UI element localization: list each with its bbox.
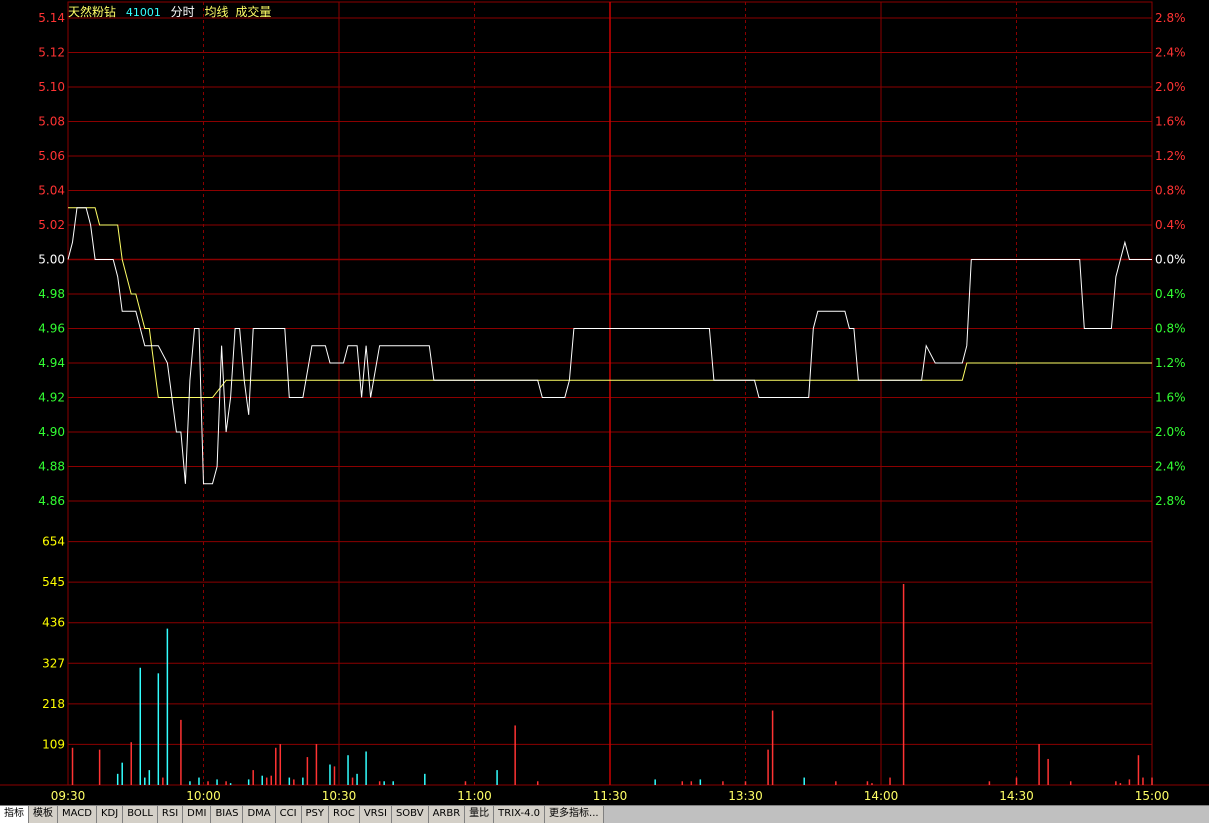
percent-tick-label: 1.2% xyxy=(1155,356,1186,370)
time-axis-labels: 09:30 10:00 10:30 11:00 11:30 13:30 14:00 14:30… xyxy=(51,789,1170,803)
percent-tick-label: 2.8% xyxy=(1155,11,1186,25)
indicator-tab[interactable]: ROC xyxy=(329,806,360,823)
percent-tick-label: 1.2% xyxy=(1155,149,1186,163)
time-tick-label: 13:30 xyxy=(728,789,763,803)
time-tick-label: 11:30 xyxy=(593,789,628,803)
percent-tick-label: 0.4% xyxy=(1155,218,1186,232)
indicator-tab[interactable]: CCI xyxy=(275,806,302,823)
percent-tick-label: 2.0% xyxy=(1155,425,1186,439)
chart-header: 天然粉钻 41001 分时 均线 成交量 xyxy=(68,3,277,20)
percent-tick-label: 2.4% xyxy=(1155,460,1186,474)
indicator-tab[interactable]: 更多指标... xyxy=(545,806,604,823)
indicator-tab[interactable]: DMA xyxy=(243,806,276,823)
time-tick-label: 10:00 xyxy=(186,789,221,803)
percent-tick-label: 2.4% xyxy=(1155,46,1186,60)
price-tick-label: 4.90 xyxy=(38,425,65,439)
percent-tick-label: 0.0% xyxy=(1155,253,1186,267)
indicator-tab[interactable]: BIAS xyxy=(211,806,244,823)
indicator-tab[interactable]: BOLL xyxy=(123,806,158,823)
indicator-tab[interactable]: RSI xyxy=(157,806,184,823)
volume-label[interactable]: 成交量 xyxy=(235,5,271,19)
avg-label[interactable]: 均线 xyxy=(205,5,229,19)
price-tick-label: 5.00 xyxy=(38,253,65,267)
indicator-tab[interactable]: SOBV xyxy=(391,806,429,823)
volume-tick-label: 654 xyxy=(42,535,65,549)
price-tick-label: 5.04 xyxy=(38,184,65,198)
indicator-tab[interactable]: DMI xyxy=(183,806,212,823)
price-axis-labels: 5.14 5.12 5.10 5.08 5.06 5.04 5.02 5.00 4.98 4.96… xyxy=(38,11,65,508)
time-tick-label: 14:00 xyxy=(864,789,899,803)
percent-tick-label: 2.0% xyxy=(1155,80,1186,94)
percent-tick-label: 2.8% xyxy=(1155,494,1186,508)
price-tick-label: 5.08 xyxy=(38,115,65,129)
percent-tick-label: 1.6% xyxy=(1155,391,1186,405)
stock-name: 天然粉钻 xyxy=(68,5,117,19)
volume-tick-label: 436 xyxy=(42,616,65,630)
price-tick-label: 4.88 xyxy=(38,460,65,474)
indicator-tab[interactable]: 指标 xyxy=(0,806,29,823)
intraday-chart[interactable]: 5.14 5.12 5.10 5.08 5.06 5.04 5.02 5.00 4.98 4.96… xyxy=(0,0,1209,805)
volume-tick-label: 327 xyxy=(42,656,65,670)
price-tick-label: 5.14 xyxy=(38,11,65,25)
percent-tick-label: 1.6% xyxy=(1155,115,1186,129)
volume-axis-labels: 654 545 436 327 218 109 xyxy=(42,535,65,752)
time-tick-label: 10:30 xyxy=(322,789,357,803)
volume-tick-label: 545 xyxy=(42,575,65,589)
percent-tick-label: 0.4% xyxy=(1155,287,1186,301)
indicator-tab[interactable]: MACD xyxy=(58,806,97,823)
percent-axis-labels: 2.8% 2.4% 2.0% 1.6% 1.2% 0.8% 0.4% 0.0% 0.4% 0.8%… xyxy=(1155,11,1186,508)
price-tick-label: 4.96 xyxy=(38,322,65,336)
time-tick-label: 09:30 xyxy=(51,789,86,803)
price-tick-label: 4.86 xyxy=(38,494,65,508)
price-tick-label: 4.92 xyxy=(38,391,65,405)
price-tick-label: 4.98 xyxy=(38,287,65,301)
price-tick-label: 5.10 xyxy=(38,80,65,94)
time-tick-label: 15:00 xyxy=(1135,789,1170,803)
price-tick-label: 5.06 xyxy=(38,149,65,163)
price-tick-label: 5.02 xyxy=(38,218,65,232)
indicator-tab[interactable]: 量比 xyxy=(465,806,495,823)
volume-tick-label: 218 xyxy=(42,697,65,711)
indicator-tab-bar: 指标 模板 MACD KDJ BOLL RSI DMI BIAS DMA CCI PSY ROC VRS… xyxy=(0,805,1209,823)
percent-tick-label: 0.8% xyxy=(1155,322,1186,336)
volume-bars xyxy=(71,584,1153,785)
indicator-tab[interactable]: KDJ xyxy=(96,806,124,823)
chart-grid xyxy=(0,1,1209,786)
indicator-tab[interactable]: 模板 xyxy=(29,806,58,823)
volume-tick-label: 109 xyxy=(42,737,65,751)
indicator-tab[interactable]: TRIX-4.0 xyxy=(494,806,546,823)
percent-tick-label: 0.8% xyxy=(1155,184,1186,198)
time-tick-label: 11:00 xyxy=(457,789,492,803)
mode-label[interactable]: 分时 xyxy=(171,5,195,19)
stock-code: 41001 xyxy=(125,6,161,19)
indicator-tab[interactable]: PSY xyxy=(301,806,330,823)
price-tick-label: 4.94 xyxy=(38,356,65,370)
indicator-tab[interactable]: ARBR xyxy=(428,806,466,823)
time-tick-label: 14:30 xyxy=(999,789,1034,803)
indicator-tab[interactable]: VRSI xyxy=(359,806,392,823)
price-tick-label: 5.12 xyxy=(38,46,65,60)
